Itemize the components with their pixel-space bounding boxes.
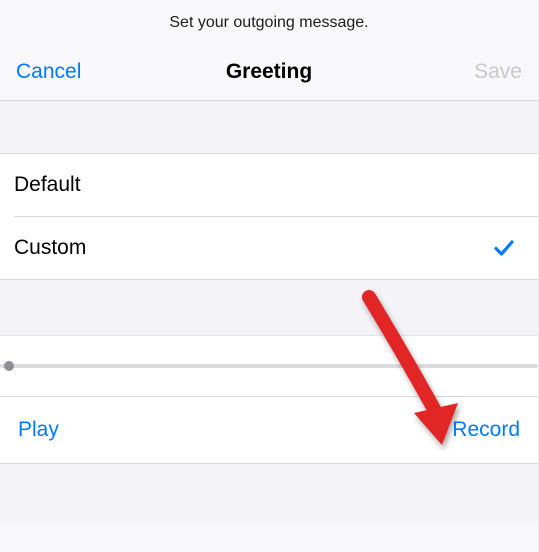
save-button: Save <box>474 60 522 83</box>
nav-bar: Cancel Greeting Save <box>0 32 538 101</box>
checkmark-icon <box>492 236 516 260</box>
section-spacer <box>0 101 538 153</box>
playback-controls: Play Record <box>0 397 538 463</box>
option-custom[interactable]: Custom <box>0 217 538 279</box>
option-default[interactable]: Default <box>0 154 538 216</box>
greeting-options-list: Default Custom <box>0 153 538 280</box>
page-title: Greeting <box>106 60 432 84</box>
option-default-label: Default <box>14 173 81 197</box>
section-spacer <box>0 280 538 335</box>
cancel-button[interactable]: Cancel <box>16 60 81 83</box>
playback-progress[interactable] <box>0 336 538 396</box>
option-custom-label: Custom <box>14 236 86 260</box>
playback-section: Play Record <box>0 335 538 463</box>
progress-line <box>0 364 538 368</box>
play-button[interactable]: Play <box>18 418 59 442</box>
progress-handle[interactable] <box>4 361 14 371</box>
section-spacer <box>0 463 538 523</box>
record-button[interactable]: Record <box>452 418 520 442</box>
instruction-text: Set your outgoing message. <box>0 0 538 32</box>
